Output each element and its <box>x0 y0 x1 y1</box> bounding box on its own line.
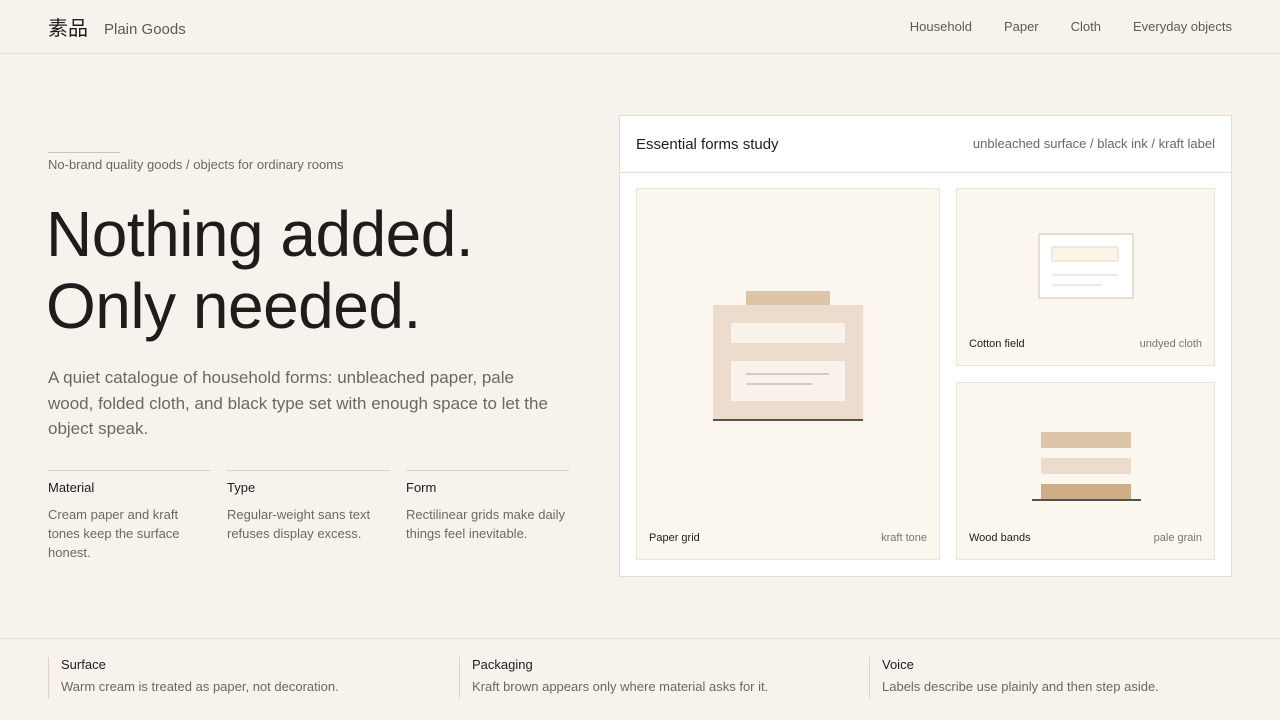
attribute-type: Type Regular-weight sans text refuses di… <box>227 470 390 562</box>
eyebrow-rule <box>48 152 120 153</box>
tile-label: Paper grid <box>649 532 700 544</box>
headline-line-2: Only needed. <box>46 270 421 342</box>
attribute-text: Regular-weight sans text refuses display… <box>227 507 371 541</box>
forms-study-panel: Essential forms study unbleached surface… <box>619 115 1232 577</box>
attribute-text: Rectilinear grids make daily things feel… <box>406 507 565 541</box>
attribute-title: Type <box>227 480 256 495</box>
attribute-form: Form Rectilinear grids make daily things… <box>406 470 569 562</box>
footer-column-text: Kraft brown appears only where material … <box>472 679 769 694</box>
paper-box-illustration <box>713 291 863 421</box>
site-footer: Surface Warm cream is treated as paper, … <box>0 638 1280 720</box>
footer-column-voice: Voice Labels describe use plainly and th… <box>869 657 1159 699</box>
tile-label: Wood bands <box>969 532 1031 544</box>
tile-note: pale grain <box>1153 532 1202 544</box>
footer-column-surface: Surface Warm cream is treated as paper, … <box>48 657 339 699</box>
nav-link-paper[interactable]: Paper <box>1004 19 1039 35</box>
tile-paper-grid[interactable]: Paper grid kraft tone <box>636 188 940 560</box>
cotton-card-illustration <box>1038 233 1134 299</box>
site-header: 素品 Plain Goods Household Paper Cloth Eve… <box>0 0 1280 54</box>
panel-meta: unbleached surface / black ink / kraft l… <box>972 136 1215 151</box>
logo-mark[interactable]: 素品 <box>48 15 88 41</box>
headline-line-1: Nothing added. <box>46 198 474 270</box>
panel-title: Essential forms study <box>636 136 779 153</box>
hero-lede: A quiet catalogue of household forms: un… <box>48 368 548 438</box>
footer-column-packaging: Packaging Kraft brown appears only where… <box>459 657 768 699</box>
main-nav: Household Paper Cloth Everyday objects <box>910 19 1232 35</box>
tile-wood-bands[interactable]: Wood bands pale grain <box>956 382 1215 560</box>
attribute-text: Cream paper and kraft tones keep the sur… <box>48 507 180 560</box>
tile-note: kraft tone <box>881 532 927 544</box>
attribute-material: Material Cream paper and kraft tones kee… <box>48 470 211 562</box>
eyebrow-text: No-brand quality goods / objects for ord… <box>48 157 344 172</box>
nav-link-household[interactable]: Household <box>910 19 972 35</box>
nav-link-cloth[interactable]: Cloth <box>1071 19 1101 35</box>
nav-link-everyday-objects[interactable]: Everyday objects <box>1133 19 1232 35</box>
attribute-title: Form <box>406 480 437 495</box>
hero-headline: Nothing added. Only needed. <box>46 198 474 342</box>
tile-note: undyed cloth <box>1139 338 1202 350</box>
footer-column-title: Voice <box>882 657 914 672</box>
wood-bands-illustration <box>1032 432 1141 501</box>
attribute-title: Material <box>48 480 95 495</box>
attribute-list: Material Cream paper and kraft tones kee… <box>48 470 569 562</box>
footer-column-title: Packaging <box>472 657 533 672</box>
footer-column-text: Warm cream is treated as paper, not deco… <box>61 679 339 694</box>
panel-header: Essential forms study unbleached surface… <box>620 116 1231 173</box>
footer-column-text: Labels describe use plainly and then ste… <box>882 679 1159 694</box>
tile-label: Cotton field <box>969 338 1025 350</box>
footer-column-title: Surface <box>61 657 106 672</box>
tile-cotton-field[interactable]: Cotton field undyed cloth <box>956 188 1215 366</box>
brand-name[interactable]: Plain Goods <box>104 21 186 39</box>
